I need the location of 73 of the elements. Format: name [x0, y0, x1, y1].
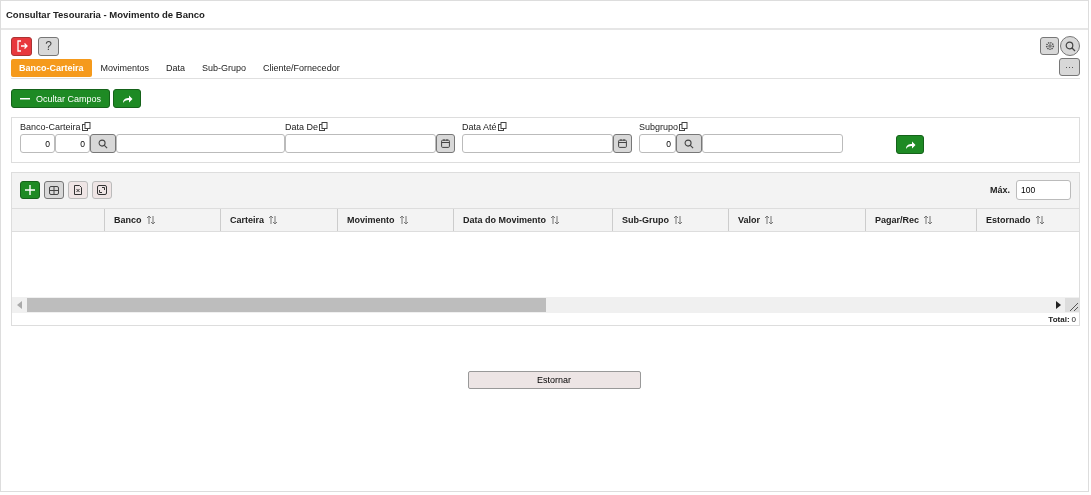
resize-grip-icon[interactable]: [1065, 298, 1079, 313]
window-title: Consultar Tesouraria - Movimento de Banco: [6, 9, 205, 20]
copy-icon: [497, 122, 507, 131]
more-button[interactable]: ···: [1059, 58, 1080, 76]
tab[interactable]: Cliente/Fornecedor: [255, 59, 348, 77]
total-label: Total:: [1048, 314, 1070, 324]
sort-icon: [764, 214, 774, 225]
column-header[interactable]: Movimento: [338, 208, 454, 232]
search-button[interactable]: [90, 134, 116, 153]
copy-icon: [81, 122, 91, 131]
share-arrow-icon: [121, 93, 133, 104]
column-header[interactable]: Banco: [105, 208, 221, 232]
date-field[interactable]: [285, 134, 436, 153]
search-button[interactable]: [1060, 36, 1080, 56]
plus-icon: [25, 185, 35, 196]
calendar-button[interactable]: [613, 134, 632, 153]
search-icon: [1064, 40, 1076, 52]
field-label: Data Até: [462, 122, 497, 132]
document-icon: [74, 185, 82, 196]
grid-button[interactable]: [44, 181, 64, 200]
add-button[interactable]: [20, 181, 40, 200]
column-header[interactable]: Data do Movimento: [454, 208, 613, 232]
sort-icon: [550, 214, 560, 225]
minus-icon: [20, 97, 30, 100]
forward-button[interactable]: [113, 89, 142, 108]
column-header[interactable]: Pagar/Rec: [866, 208, 977, 232]
scroll-right-icon[interactable]: [1055, 301, 1061, 310]
share-arrow-icon: [904, 139, 916, 150]
exit-icon: [15, 40, 28, 52]
sort-icon: [268, 214, 279, 225]
grid-icon: [49, 185, 59, 195]
field-label: Banco-Carteira: [20, 122, 81, 132]
sort-icon: [1034, 214, 1045, 225]
field-label: Subgrupo: [639, 122, 679, 132]
sort-icon: [145, 214, 156, 225]
column-header[interactable]: Sub-Grupo: [613, 208, 729, 232]
column-header[interactable]: Carteira: [221, 208, 338, 232]
calendar-button[interactable]: [436, 134, 455, 153]
copy-icon: [319, 122, 329, 131]
search-icon: [684, 138, 694, 149]
total-value: 0: [1071, 314, 1076, 324]
date-field[interactable]: [462, 134, 613, 153]
code-field[interactable]: 0: [639, 134, 676, 153]
field-label: Data De: [285, 122, 319, 132]
description-field[interactable]: [702, 134, 843, 153]
column-header[interactable]: Estornado: [977, 208, 1079, 232]
tab[interactable]: Data: [158, 59, 194, 77]
calendar-icon: [441, 139, 450, 148]
code-field[interactable]: 0: [20, 134, 55, 153]
search-submit-button[interactable]: [896, 135, 924, 154]
tab[interactable]: Movimentos: [92, 59, 158, 77]
settings-icon: [1044, 41, 1055, 51]
sort-icon: [923, 214, 934, 225]
code-field[interactable]: 0: [55, 134, 90, 153]
expand-button[interactable]: [92, 181, 112, 200]
hide-fields-button[interactable]: Ocultar Campos: [11, 89, 111, 108]
expand-icon: [97, 185, 107, 196]
help-button[interactable]: ?: [38, 36, 59, 56]
tab[interactable]: Sub-Grupo: [194, 59, 255, 77]
export-button[interactable]: [68, 181, 88, 200]
max-label: Máx.: [990, 185, 1010, 196]
search-icon: [98, 138, 108, 149]
scrollbar-thumb[interactable]: [27, 298, 546, 313]
description-field[interactable]: [116, 134, 285, 153]
reverse-button[interactable]: Estornar: [467, 371, 641, 389]
exit-button[interactable]: [11, 36, 32, 56]
copy-icon: [679, 122, 689, 131]
sort-icon: [673, 214, 683, 225]
column-header[interactable]: Valor: [729, 208, 866, 232]
search-button[interactable]: [676, 134, 702, 153]
sort-icon: [398, 214, 409, 225]
calendar-icon: [618, 139, 627, 148]
max-rows-field[interactable]: 100: [1016, 180, 1071, 201]
